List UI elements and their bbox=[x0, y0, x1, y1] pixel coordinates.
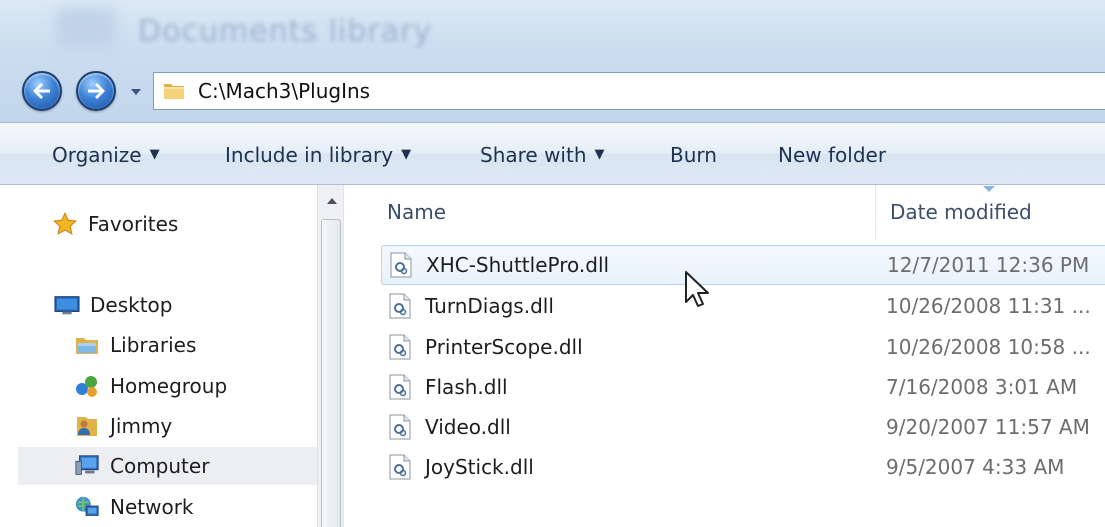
chevron-up-icon bbox=[326, 198, 337, 204]
back-arrow-icon bbox=[33, 83, 50, 99]
column-divider[interactable] bbox=[875, 185, 876, 239]
nav-label-computer: Computer bbox=[110, 454, 210, 478]
nav-label-jimmy: Jimmy bbox=[110, 414, 173, 438]
forward-button[interactable] bbox=[76, 71, 116, 111]
star-icon bbox=[52, 211, 78, 237]
forward-arrow-icon bbox=[88, 83, 105, 99]
scroll-up-button[interactable] bbox=[318, 191, 345, 211]
network-icon bbox=[74, 494, 100, 520]
nav-item-favorites[interactable]: Favorites bbox=[52, 205, 178, 243]
file-date: 10/26/2008 11:31 ... bbox=[886, 294, 1091, 318]
file-name: JoyStick.dll bbox=[425, 455, 534, 479]
file-date: 10/26/2008 10:58 ... bbox=[886, 335, 1091, 359]
command-toolbar: Organize ▼ Include in library ▼ Share wi… bbox=[0, 122, 1105, 185]
column-label-date-modified: Date modified bbox=[890, 200, 1032, 224]
column-label-name: Name bbox=[387, 200, 447, 224]
share-with-button[interactable]: Share with ▼ bbox=[480, 123, 605, 186]
file-row[interactable]: TurnDiags.dll 10/26/2008 11:31 ... bbox=[381, 286, 1105, 326]
include-in-library-label: Include in library bbox=[225, 142, 394, 167]
nav-label-favorites: Favorites bbox=[88, 212, 179, 236]
dll-file-icon bbox=[389, 293, 411, 319]
column-header-name[interactable]: Name bbox=[387, 185, 446, 239]
navigation-pane: Favorites Desktop Libraries Homegroup Ji… bbox=[0, 185, 317, 527]
dll-file-icon bbox=[389, 374, 411, 400]
window-title-bar: Documents library bbox=[0, 0, 1105, 58]
chevron-down-icon bbox=[131, 89, 141, 95]
navigation-scrollbar[interactable] bbox=[317, 185, 344, 527]
file-name: TurnDiags.dll bbox=[425, 294, 554, 318]
file-row[interactable]: Flash.dll 7/16/2008 3:01 AM bbox=[381, 367, 1105, 407]
dll-file-icon bbox=[389, 414, 411, 440]
organize-label: Organize bbox=[52, 142, 142, 167]
file-row[interactable]: XHC-ShuttlePro.dll 12/7/2011 12:36 PM bbox=[381, 245, 1105, 285]
share-with-label: Share with bbox=[480, 142, 587, 167]
window-title: Documents library bbox=[138, 14, 433, 49]
new-folder-button[interactable]: New folder bbox=[778, 123, 886, 186]
column-header-date-modified[interactable]: Date modified bbox=[890, 185, 1032, 239]
nav-item-homegroup[interactable]: Homegroup bbox=[74, 367, 227, 405]
libraries-icon bbox=[74, 332, 100, 358]
burn-button[interactable]: Burn bbox=[670, 123, 717, 186]
file-date: 7/16/2008 3:01 AM bbox=[886, 375, 1078, 399]
dll-file-icon bbox=[389, 334, 411, 360]
file-name: Flash.dll bbox=[425, 375, 508, 399]
user-folder-icon bbox=[74, 413, 100, 439]
file-date: 9/5/2007 4:33 AM bbox=[886, 455, 1065, 479]
organize-button[interactable]: Organize ▼ bbox=[52, 123, 160, 186]
back-button[interactable] bbox=[22, 71, 62, 111]
chevron-down-icon: ▼ bbox=[594, 147, 605, 162]
homegroup-icon bbox=[74, 373, 100, 399]
file-name: Video.dll bbox=[425, 415, 511, 439]
address-row: C:\Mach3\PlugIns bbox=[0, 58, 1105, 122]
nav-label-desktop: Desktop bbox=[90, 293, 173, 317]
recent-pages-button[interactable] bbox=[128, 86, 144, 98]
nav-label-homegroup: Homegroup bbox=[110, 374, 228, 398]
file-row[interactable]: Video.dll 9/20/2007 11:57 AM bbox=[381, 407, 1105, 447]
nav-label-libraries: Libraries bbox=[110, 333, 197, 357]
nav-label-network: Network bbox=[110, 495, 194, 519]
dll-file-icon bbox=[389, 454, 411, 480]
address-path: C:\Mach3\PlugIns bbox=[198, 79, 371, 103]
chevron-down-icon: ▼ bbox=[401, 147, 412, 162]
nav-item-desktop[interactable]: Desktop bbox=[54, 286, 172, 324]
chevron-down-icon: ▼ bbox=[149, 147, 160, 162]
scrollbar-thumb[interactable] bbox=[321, 219, 341, 527]
nav-item-libraries[interactable]: Libraries bbox=[74, 326, 196, 364]
file-name: PrinterScope.dll bbox=[425, 335, 583, 359]
nav-item-computer[interactable]: Computer bbox=[18, 447, 317, 485]
file-row[interactable]: PrinterScope.dll 10/26/2008 10:58 ... bbox=[381, 327, 1105, 367]
nav-item-network[interactable]: Network bbox=[74, 488, 194, 526]
include-in-library-button[interactable]: Include in library ▼ bbox=[225, 123, 411, 186]
desktop-icon bbox=[54, 292, 80, 318]
file-name: XHC-ShuttlePro.dll bbox=[426, 253, 610, 277]
burn-label: Burn bbox=[670, 142, 717, 167]
file-date: 12/7/2011 12:36 PM bbox=[887, 253, 1090, 277]
window-title-icon bbox=[56, 8, 116, 48]
folder-icon bbox=[164, 84, 184, 99]
file-date: 9/20/2007 11:57 AM bbox=[886, 415, 1090, 439]
mouse-pointer-icon bbox=[685, 271, 709, 307]
new-folder-label: New folder bbox=[778, 142, 887, 167]
file-row[interactable]: JoyStick.dll 9/5/2007 4:33 AM bbox=[381, 447, 1105, 487]
nav-item-jimmy[interactable]: Jimmy bbox=[74, 407, 172, 445]
dll-file-icon bbox=[390, 252, 412, 278]
file-list: Name Date modified XHC-ShuttlePro.dll 12… bbox=[345, 185, 1105, 527]
computer-icon bbox=[74, 453, 100, 479]
address-bar[interactable]: C:\Mach3\PlugIns bbox=[153, 72, 1105, 110]
